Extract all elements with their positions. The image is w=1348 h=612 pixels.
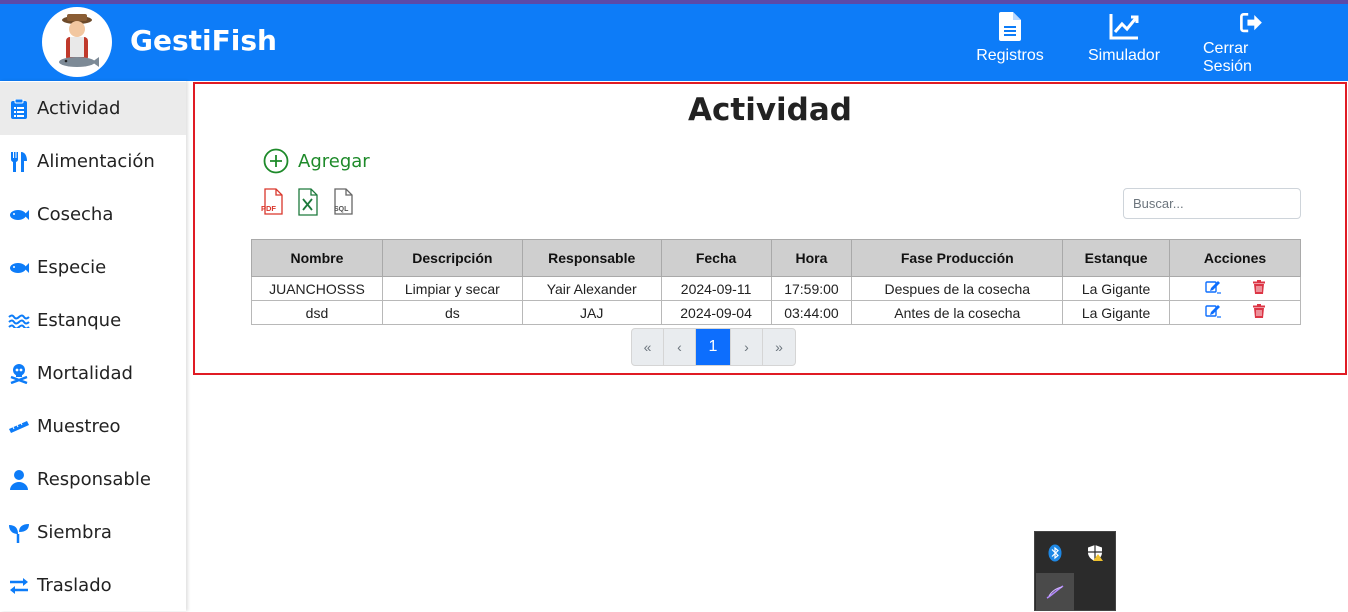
nav-simulador[interactable]: Simulador bbox=[1086, 8, 1162, 76]
search-input[interactable] bbox=[1123, 188, 1301, 219]
export-sql-button[interactable]: SQL bbox=[331, 188, 355, 221]
security-shield-icon[interactable] bbox=[1077, 534, 1115, 572]
cell-fase: Despues de la cosecha bbox=[851, 276, 1064, 301]
column-header[interactable]: Descripción bbox=[381, 239, 523, 277]
pagination-prev[interactable]: ‹ bbox=[664, 329, 696, 365]
cell-estanque: La Gigante bbox=[1062, 276, 1171, 301]
sidebar-item-label: Alimentación bbox=[37, 151, 155, 172]
sidebar-item-traslado[interactable]: Traslado bbox=[0, 559, 186, 612]
cell-acciones bbox=[1169, 300, 1301, 325]
cell-descripcion: Limpiar y secar bbox=[381, 276, 523, 301]
trash-icon[interactable] bbox=[1252, 304, 1265, 321]
table-row: JUANCHOSSS Limpiar y secar Yair Alexande… bbox=[251, 276, 1301, 301]
pagination-page-current[interactable]: 1 bbox=[696, 329, 731, 365]
cell-responsable: Yair Alexander bbox=[521, 276, 662, 301]
page-title: Actividad bbox=[688, 92, 852, 128]
navbar: GestiFish Registros Simulador Cerrar Ses… bbox=[0, 4, 1348, 81]
sidebar-item-responsable[interactable]: Responsable bbox=[0, 453, 186, 506]
trash-icon[interactable] bbox=[1252, 280, 1265, 297]
column-header[interactable]: Responsable bbox=[521, 239, 662, 277]
arrows-left-right-icon bbox=[0, 577, 37, 594]
excel-file-icon bbox=[298, 188, 318, 216]
sidebar-item-label: Siembra bbox=[37, 522, 112, 543]
cell-descripcion: ds bbox=[381, 300, 523, 325]
pagination-first[interactable]: « bbox=[632, 329, 664, 365]
export-sql-label: SQL bbox=[334, 206, 349, 213]
fish-icon bbox=[0, 209, 37, 221]
cell-estanque: La Gigante bbox=[1062, 300, 1171, 325]
sidebar: Actividad Alimentación Cosecha Especie E… bbox=[0, 81, 186, 611]
cell-hora: 03:44:00 bbox=[770, 300, 853, 325]
nav-cerrar-sesion-label: Cerrar Sesión bbox=[1203, 40, 1252, 75]
column-header[interactable]: Fase Producción bbox=[851, 239, 1064, 277]
system-tray-popup bbox=[1034, 531, 1116, 611]
pagination-last[interactable]: » bbox=[763, 329, 795, 365]
nav-cerrar-sesion[interactable]: Cerrar Sesión bbox=[1203, 8, 1301, 76]
nav-registros[interactable]: Registros bbox=[976, 8, 1044, 76]
sidebar-item-actividad[interactable]: Actividad bbox=[0, 82, 186, 135]
fish-icon bbox=[0, 262, 37, 274]
cell-responsable: JAJ bbox=[521, 300, 662, 325]
cell-nombre: JUANCHOSSS bbox=[251, 276, 383, 301]
cell-fecha: 2024-09-04 bbox=[660, 300, 772, 325]
sql-file-icon: SQL bbox=[334, 188, 353, 215]
seedling-icon bbox=[0, 523, 37, 543]
sidebar-item-alimentacion[interactable]: Alimentación bbox=[0, 135, 186, 188]
ruler-icon bbox=[0, 420, 37, 433]
sidebar-item-siembra[interactable]: Siembra bbox=[0, 506, 186, 559]
user-icon bbox=[0, 469, 37, 490]
cell-fecha: 2024-09-11 bbox=[660, 276, 772, 301]
sign-out-icon bbox=[1240, 12, 1262, 33]
column-header[interactable]: Fecha bbox=[660, 239, 772, 277]
sidebar-item-label: Especie bbox=[37, 257, 107, 278]
bluetooth-icon[interactable] bbox=[1036, 534, 1074, 572]
sidebar-item-muestreo[interactable]: Muestreo bbox=[0, 400, 186, 453]
export-pdf-button[interactable]: PDF bbox=[261, 188, 285, 221]
water-icon bbox=[0, 314, 37, 328]
activity-table: Nombre Descripción Responsable Fecha Hor… bbox=[251, 239, 1301, 325]
chart-line-icon bbox=[1109, 14, 1139, 40]
pagination: « ‹ 1 › » bbox=[631, 328, 796, 366]
utensils-icon bbox=[0, 151, 37, 172]
pagination-next[interactable]: › bbox=[731, 329, 763, 365]
nav-registros-label: Registros bbox=[976, 47, 1044, 64]
main-panel: Actividad Agregar PDF SQL Nombre Descr bbox=[193, 82, 1347, 375]
add-button[interactable]: Agregar bbox=[263, 148, 370, 174]
skull-crossbones-icon bbox=[0, 363, 37, 384]
sidebar-item-label: Estanque bbox=[37, 310, 122, 331]
column-header[interactable]: Hora bbox=[770, 239, 853, 277]
cell-fase: Antes de la cosecha bbox=[851, 300, 1064, 325]
plus-circle-icon bbox=[263, 148, 289, 174]
column-header[interactable]: Nombre bbox=[251, 239, 383, 277]
cell-nombre: dsd bbox=[251, 300, 383, 325]
sidebar-item-label: Mortalidad bbox=[37, 363, 133, 384]
cell-acciones bbox=[1169, 276, 1301, 301]
brand-logo[interactable] bbox=[42, 7, 112, 77]
export-excel-button[interactable] bbox=[297, 188, 319, 221]
brand-name[interactable]: GestiFish bbox=[130, 24, 277, 57]
nav-simulador-label: Simulador bbox=[1087, 47, 1161, 64]
sidebar-item-label: Traslado bbox=[37, 575, 112, 596]
sidebar-item-label: Actividad bbox=[37, 98, 121, 119]
sidebar-item-estanque[interactable]: Estanque bbox=[0, 294, 186, 347]
edit-icon[interactable] bbox=[1205, 304, 1222, 321]
sidebar-item-label: Muestreo bbox=[37, 416, 121, 437]
cell-hora: 17:59:00 bbox=[770, 276, 853, 301]
edit-icon[interactable] bbox=[1205, 280, 1222, 297]
table-header-row: Nombre Descripción Responsable Fecha Hor… bbox=[251, 239, 1301, 277]
column-header: Acciones bbox=[1169, 239, 1301, 277]
column-header[interactable]: Estanque bbox=[1062, 239, 1171, 277]
clipboard-icon bbox=[0, 98, 37, 119]
sidebar-item-label: Responsable bbox=[37, 469, 151, 490]
export-pdf-label: PDF bbox=[261, 204, 276, 213]
table-row: dsd ds JAJ 2024-09-04 03:44:00 Antes de … bbox=[251, 300, 1301, 325]
sidebar-item-mortalidad[interactable]: Mortalidad bbox=[0, 347, 186, 400]
sidebar-item-label: Cosecha bbox=[37, 204, 114, 225]
add-button-label: Agregar bbox=[298, 150, 370, 172]
file-lines-icon bbox=[999, 12, 1021, 41]
sidebar-item-cosecha[interactable]: Cosecha bbox=[0, 188, 186, 241]
pdf-file-icon: PDF bbox=[261, 188, 283, 215]
feather-app-icon[interactable] bbox=[1036, 573, 1074, 611]
sidebar-item-especie[interactable]: Especie bbox=[0, 241, 186, 294]
